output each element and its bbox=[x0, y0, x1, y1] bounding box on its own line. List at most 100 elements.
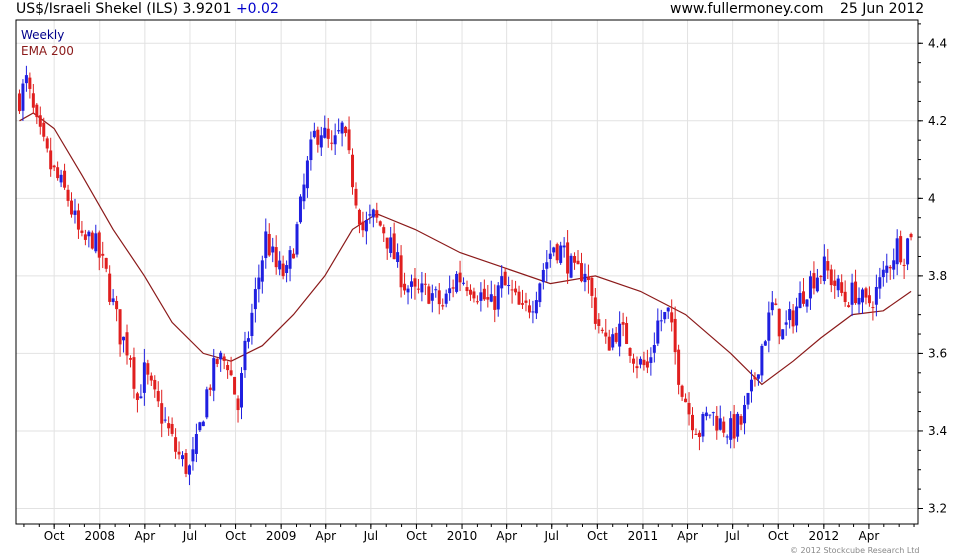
candle-body bbox=[111, 298, 115, 303]
candle-body bbox=[829, 269, 833, 286]
candle bbox=[635, 356, 639, 379]
candle bbox=[389, 226, 393, 258]
candle-body bbox=[663, 312, 667, 320]
candle bbox=[70, 192, 74, 218]
candle-body bbox=[427, 286, 431, 304]
candle-body bbox=[118, 309, 122, 345]
instrument-title: US$/Israeli Shekel (ILS) bbox=[16, 1, 179, 17]
candle-body bbox=[177, 451, 181, 455]
candle bbox=[31, 83, 35, 115]
candle bbox=[128, 355, 132, 368]
candle bbox=[586, 264, 590, 294]
candle bbox=[187, 464, 191, 486]
candle-body bbox=[208, 387, 212, 390]
candle-body bbox=[403, 283, 407, 291]
candle-body bbox=[267, 233, 271, 256]
candle-body bbox=[753, 377, 757, 380]
website-label[interactable]: www.fullermoney.com bbox=[670, 1, 824, 17]
candle-body bbox=[892, 260, 896, 270]
x-tick-label: Oct bbox=[768, 529, 789, 543]
candle-body bbox=[833, 280, 837, 286]
candle-body bbox=[80, 230, 84, 233]
candle-body bbox=[697, 432, 701, 438]
candle-body bbox=[524, 300, 528, 303]
candle-body bbox=[593, 297, 597, 324]
candle bbox=[517, 285, 521, 305]
candle-body bbox=[87, 231, 91, 237]
candle-body bbox=[708, 414, 712, 416]
candle bbox=[649, 347, 653, 376]
candle bbox=[305, 156, 309, 198]
candle-body bbox=[559, 245, 563, 263]
candle-body bbox=[63, 170, 67, 188]
x-tick-label: Jul bbox=[544, 529, 559, 543]
candle-body bbox=[777, 308, 781, 337]
candle-body bbox=[198, 422, 202, 431]
candle-body bbox=[597, 319, 601, 326]
candle-body bbox=[888, 266, 892, 269]
candle-body bbox=[864, 288, 868, 298]
candle-body bbox=[711, 412, 715, 414]
candle-body bbox=[312, 130, 316, 138]
candle-body bbox=[521, 303, 525, 305]
candle-body bbox=[906, 238, 910, 265]
candle bbox=[361, 211, 365, 238]
candle-body bbox=[316, 129, 320, 145]
candle-body bbox=[489, 294, 493, 302]
candle bbox=[316, 126, 320, 153]
candle-body bbox=[115, 300, 119, 310]
candle bbox=[475, 295, 479, 305]
x-tick-label: 2012 bbox=[809, 529, 840, 543]
candle-body bbox=[458, 272, 462, 283]
candle bbox=[850, 273, 854, 317]
candle-body bbox=[604, 332, 608, 337]
candle bbox=[156, 381, 160, 408]
candle bbox=[819, 274, 823, 285]
candle-body bbox=[153, 379, 157, 390]
candle bbox=[711, 411, 715, 426]
candle bbox=[753, 372, 757, 387]
candle-body bbox=[860, 289, 864, 303]
candle-body bbox=[590, 277, 594, 296]
candle-body bbox=[212, 358, 216, 391]
plot-frame bbox=[15, 19, 919, 525]
candle bbox=[326, 117, 330, 148]
candle-body bbox=[784, 322, 788, 325]
candle-body bbox=[371, 209, 375, 218]
candle-body bbox=[392, 233, 396, 260]
candle-body bbox=[149, 375, 153, 381]
candle-body bbox=[174, 437, 178, 452]
candle bbox=[409, 274, 413, 299]
candle bbox=[132, 347, 136, 399]
candle-body bbox=[462, 282, 466, 284]
candle-body bbox=[70, 200, 74, 215]
x-tick-label: Oct bbox=[587, 529, 608, 543]
candle bbox=[97, 230, 101, 271]
candle bbox=[399, 245, 403, 298]
candle-body bbox=[389, 237, 393, 253]
candle bbox=[881, 261, 885, 287]
candle-body bbox=[52, 165, 56, 168]
candle bbox=[340, 120, 344, 147]
candle-body bbox=[49, 150, 53, 170]
candle-body bbox=[330, 142, 334, 144]
candle-body bbox=[319, 135, 323, 148]
candle bbox=[708, 414, 712, 419]
candle-body bbox=[368, 214, 372, 216]
candle-body bbox=[878, 277, 882, 289]
candle bbox=[215, 358, 219, 368]
x-tick-label: Oct bbox=[44, 529, 65, 543]
candle-body bbox=[854, 281, 858, 304]
candle bbox=[357, 208, 361, 234]
candle-body bbox=[416, 288, 420, 290]
candle bbox=[455, 271, 459, 294]
candle bbox=[729, 411, 733, 449]
candle bbox=[590, 275, 594, 308]
y-tick-label: 4.4 bbox=[928, 36, 947, 50]
candle bbox=[510, 279, 514, 304]
candle bbox=[87, 230, 91, 248]
candle-body bbox=[344, 126, 348, 134]
candle-body bbox=[295, 224, 299, 255]
candle-body bbox=[722, 421, 726, 433]
ema-layer bbox=[19, 112, 912, 386]
